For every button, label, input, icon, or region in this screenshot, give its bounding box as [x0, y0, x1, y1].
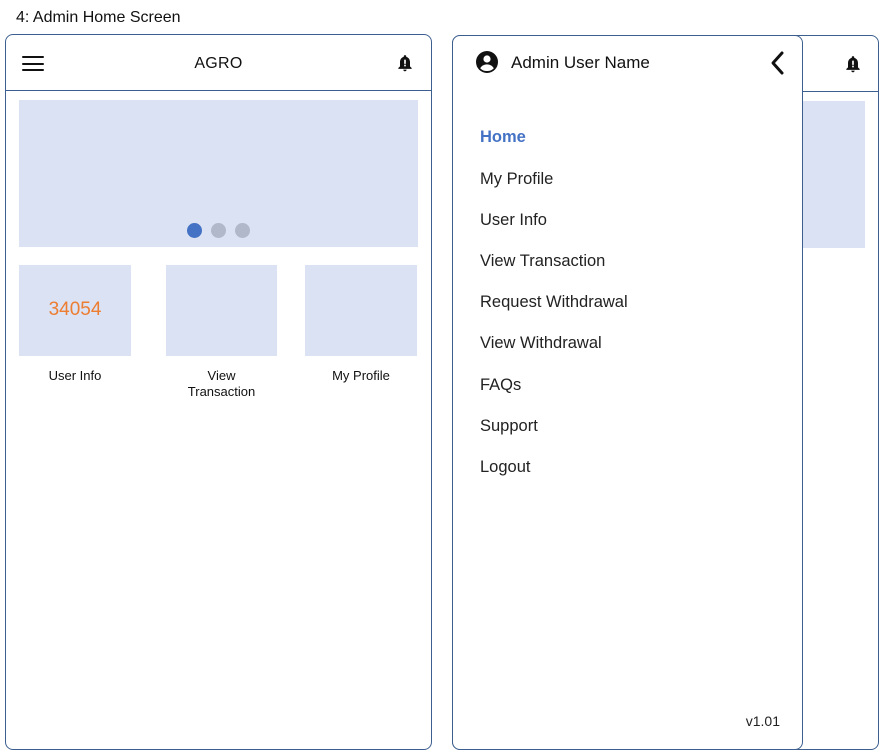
carousel-dot[interactable] — [235, 223, 250, 238]
drawer-item-request-withdrawal[interactable]: Request Withdrawal — [480, 293, 628, 312]
drawer-item-user-info[interactable]: User Info — [480, 211, 547, 230]
app-version: v1.01 — [745, 713, 780, 729]
tile-label-user-info: User Info — [48, 368, 102, 383]
bell-icon[interactable] — [843, 53, 863, 75]
banner-carousel[interactable] — [19, 100, 418, 247]
carousel-dots — [19, 223, 418, 238]
drawer-item-my-profile[interactable]: My Profile — [480, 170, 553, 189]
home-screen: AGRO 34054 User Info View Transaction My… — [5, 34, 432, 750]
drawer-item-support[interactable]: Support — [480, 417, 538, 436]
page-title: 4: Admin Home Screen — [16, 9, 181, 26]
carousel-dot[interactable] — [187, 223, 202, 238]
drawer-user-name: Admin User Name — [511, 53, 650, 72]
bell-icon[interactable] — [395, 52, 415, 74]
drawer-item-logout[interactable]: Logout — [480, 458, 530, 477]
navigation-drawer: Admin User Name Home My Profile User Inf… — [452, 35, 803, 750]
carousel-dot[interactable] — [211, 223, 226, 238]
chevron-left-icon[interactable] — [767, 50, 787, 76]
tile-user-info[interactable]: 34054 — [19, 265, 131, 356]
tile-label-my-profile: My Profile — [332, 368, 390, 383]
drawer-item-faqs[interactable]: FAQs — [480, 376, 521, 395]
tile-view-transaction[interactable] — [166, 265, 277, 356]
drawer-item-view-transaction[interactable]: View Transaction — [480, 252, 605, 271]
app-title: AGRO — [194, 55, 243, 72]
user-count-value: 34054 — [48, 299, 102, 320]
tile-my-profile[interactable] — [305, 265, 417, 356]
drawer-item-home[interactable]: Home — [480, 128, 526, 147]
account-circle-icon — [476, 51, 498, 73]
tile-label-view-transaction: View Transaction — [187, 368, 256, 399]
app-bar: AGRO — [6, 35, 431, 91]
drawer-item-view-withdrawal[interactable]: View Withdrawal — [480, 334, 602, 353]
